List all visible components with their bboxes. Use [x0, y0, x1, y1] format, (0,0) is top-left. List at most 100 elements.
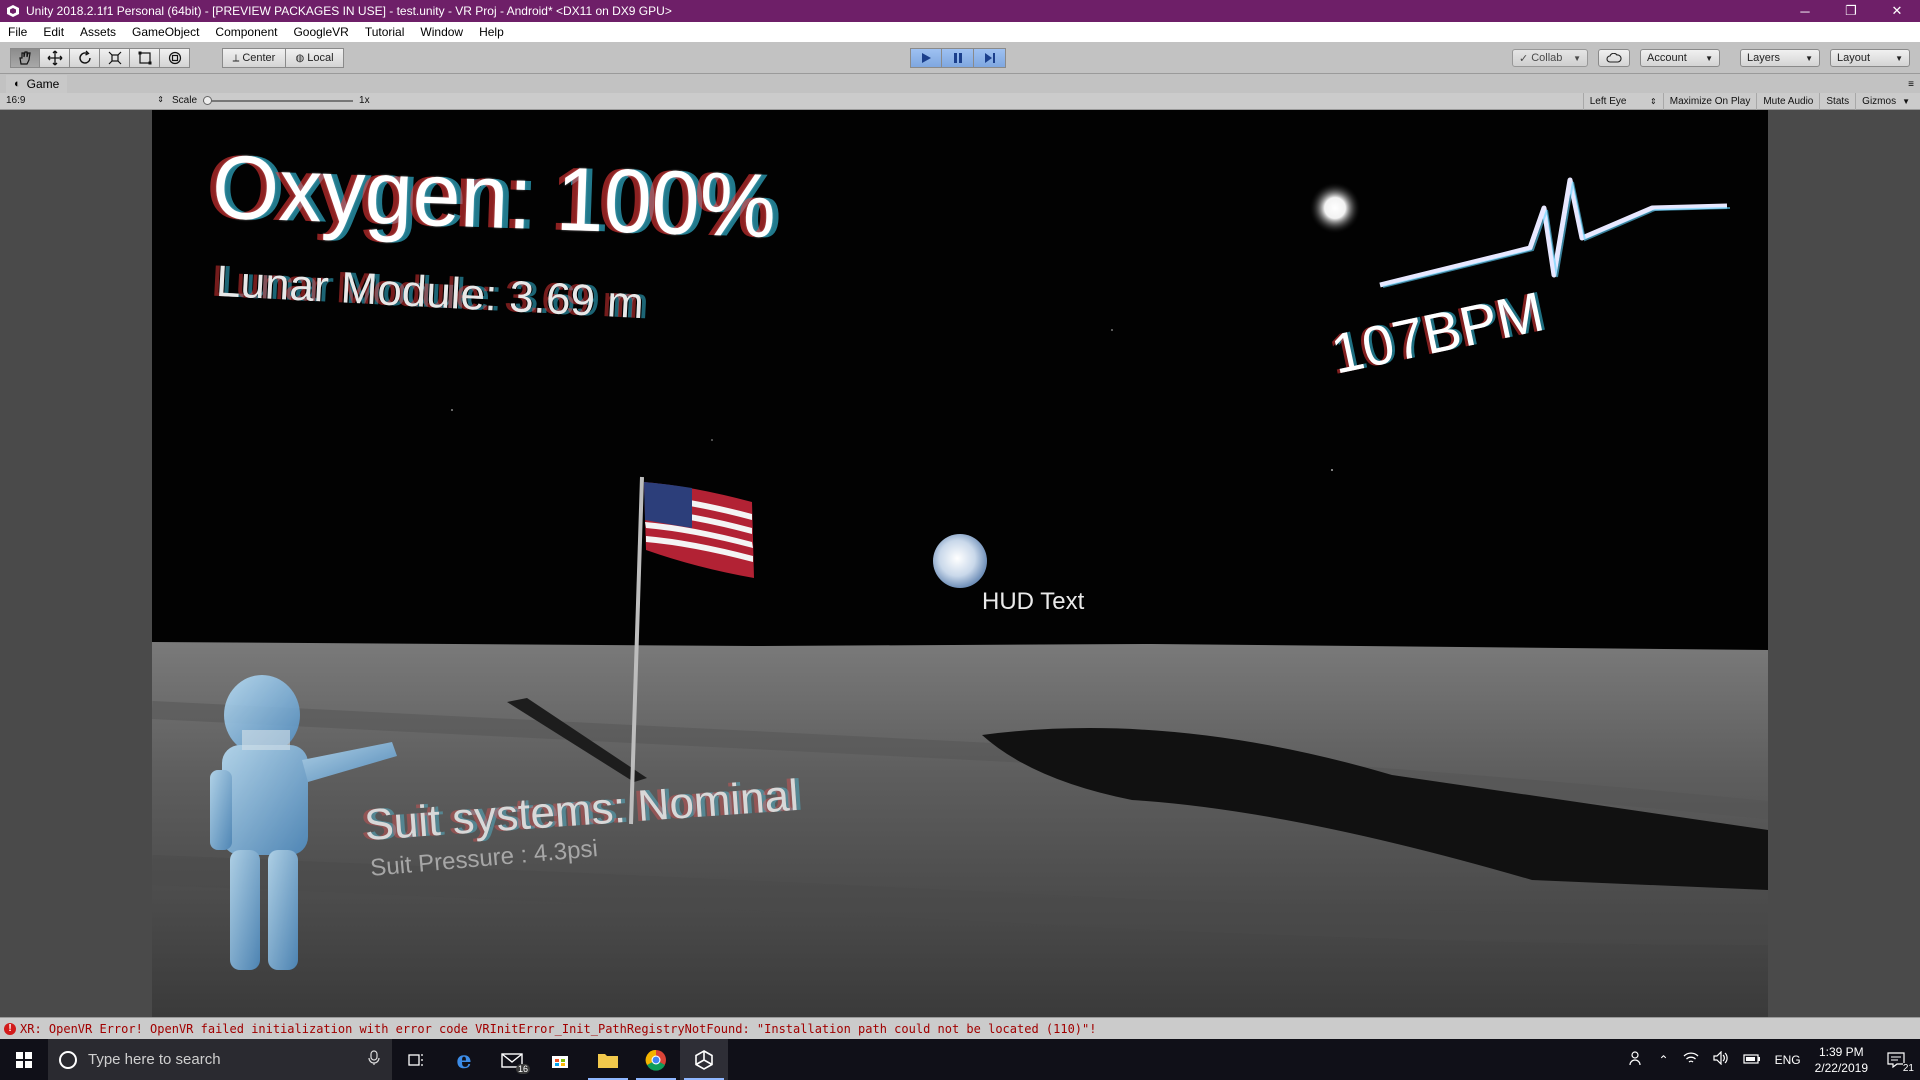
file-explorer-button[interactable]: [584, 1039, 632, 1080]
scale-slider[interactable]: [203, 95, 354, 105]
maximize-on-play-toggle[interactable]: Maximize On Play: [1662, 93, 1757, 110]
collab-dropdown[interactable]: ✓ Collab ▼: [1512, 49, 1588, 67]
action-center-button[interactable]: 21: [1882, 1051, 1914, 1074]
aspect-dropdown[interactable]: 16:9 ⇕: [6, 95, 164, 106]
taskbar-search[interactable]: Type here to search: [48, 1039, 392, 1080]
windows-logo-icon: [16, 1051, 32, 1068]
chevron-updown-icon: ⇕: [1650, 97, 1657, 106]
main-toolbar: ⟂ Center ◍ Local ✓ Collab ▼ Account ▼ La…: [0, 42, 1920, 74]
sun-glow: [1309, 182, 1361, 234]
game-view-options: Left Eye ⇕ Maximize On Play Mute Audio S…: [1582, 93, 1916, 110]
account-label: Account: [1647, 52, 1687, 64]
step-button[interactable]: [974, 48, 1006, 68]
pivot-center-button[interactable]: ⟂ Center: [222, 48, 286, 68]
scale-control: Scale 1x: [172, 95, 370, 106]
menu-assets[interactable]: Assets: [72, 25, 124, 39]
panel-menu-icon[interactable]: ≡: [1908, 79, 1914, 90]
tab-game[interactable]: ◐ Game: [6, 75, 68, 93]
cortana-icon: [59, 1050, 77, 1069]
menu-help[interactable]: Help: [471, 25, 512, 39]
playback-controls: [910, 48, 1006, 68]
play-button[interactable]: [910, 48, 942, 68]
console-message: XR: OpenVR Error! OpenVR failed initiali…: [20, 1021, 1097, 1036]
chevron-updown-icon: ⇕: [157, 95, 164, 104]
unity-button[interactable]: [680, 1039, 728, 1080]
notification-count: 21: [1902, 1062, 1914, 1074]
volume-icon[interactable]: [1712, 1050, 1729, 1068]
menu-edit[interactable]: Edit: [35, 25, 72, 39]
windows-taskbar: Type here to search e 16 ⌃ ENG 1:39 PM 2…: [0, 1039, 1920, 1080]
pause-button[interactable]: [942, 48, 974, 68]
collab-label: Collab: [1531, 52, 1563, 64]
earth-sphere: [933, 534, 987, 588]
store-button[interactable]: [536, 1039, 584, 1080]
rect-tool-button[interactable]: [130, 48, 160, 68]
task-view-button[interactable]: [392, 1039, 440, 1080]
cloud-button[interactable]: [1598, 49, 1630, 67]
hud-text-label: HUD Text: [982, 588, 1085, 615]
wifi-icon[interactable]: [1683, 1051, 1699, 1068]
start-button[interactable]: [0, 1039, 48, 1080]
layout-dropdown[interactable]: Layout ▼: [1830, 49, 1910, 67]
menu-googlevr[interactable]: GoogleVR: [285, 25, 356, 39]
store-icon: [552, 1055, 568, 1068]
rotate-icon: [78, 50, 91, 64]
transform-icon: [168, 51, 181, 65]
scale-value: 1x: [359, 95, 370, 106]
rotate-tool-button[interactable]: [70, 48, 100, 68]
stats-toggle[interactable]: Stats: [1819, 93, 1855, 110]
close-button[interactable]: ✕: [1874, 0, 1920, 22]
pivot-icon: ⟂: [232, 52, 240, 64]
error-icon: !: [4, 1022, 16, 1035]
menu-tutorial[interactable]: Tutorial: [357, 25, 413, 39]
pause-icon: [953, 53, 962, 63]
unity-logo-icon: [6, 4, 20, 18]
eye-label: Left Eye: [1589, 96, 1627, 107]
menu-component[interactable]: Component: [207, 25, 285, 39]
chevron-down-icon: ▼: [1902, 97, 1910, 106]
pivot-toggles: ⟂ Center ◍ Local: [222, 48, 344, 68]
gizmos-label: Gizmos: [1862, 96, 1897, 107]
clock-time: 1:39 PM: [1818, 1044, 1864, 1059]
globe-icon: ◍: [295, 52, 305, 64]
game-scene[interactable]: Oxygen: 100% Lunar Module: 3.69 m 107BPM…: [152, 110, 1768, 1017]
menu-file[interactable]: File: [0, 25, 35, 39]
scale-tool-button[interactable]: [100, 48, 130, 68]
chrome-button[interactable]: [632, 1039, 680, 1080]
move-tool-button[interactable]: [40, 48, 70, 68]
people-icon[interactable]: [1628, 1050, 1645, 1069]
chevron-down-icon: ▼: [1573, 53, 1581, 63]
chevron-up-icon[interactable]: ⌃: [1659, 1053, 1669, 1067]
aspect-label: 16:9: [6, 95, 26, 106]
transform-tool-button[interactable]: [160, 48, 190, 68]
layers-dropdown[interactable]: Layers ▼: [1740, 49, 1820, 67]
mute-audio-toggle[interactable]: Mute Audio: [1756, 93, 1819, 110]
eye-dropdown[interactable]: Left Eye ⇕: [1582, 93, 1663, 110]
step-icon: [984, 53, 995, 63]
minimize-button[interactable]: ─: [1782, 0, 1828, 22]
mail-badge: 16: [515, 1064, 530, 1074]
pivot-center-label: Center: [242, 52, 276, 64]
menu-window[interactable]: Window: [412, 25, 471, 39]
battery-icon[interactable]: [1742, 1053, 1761, 1067]
account-dropdown[interactable]: Account ▼: [1640, 49, 1720, 67]
edge-browser-button[interactable]: e: [440, 1039, 488, 1080]
hand-tool-button[interactable]: [10, 48, 40, 68]
transform-tools: [10, 48, 190, 68]
folder-icon: [598, 1053, 618, 1068]
move-icon: [47, 50, 62, 66]
oxygen-readout: Oxygen: 100%: [210, 136, 778, 258]
mail-button[interactable]: 16: [488, 1039, 536, 1080]
system-clock[interactable]: 1:39 PM 2/22/2019: [1815, 1044, 1868, 1076]
menu-gameobject[interactable]: GameObject: [124, 25, 207, 39]
scale-slider-knob[interactable]: [203, 95, 213, 105]
title-bar: Unity 2018.2.1f1 Personal (64bit) - [PRE…: [0, 0, 1920, 22]
console-status-bar[interactable]: ! XR: OpenVR Error! OpenVR failed initia…: [0, 1017, 1920, 1039]
language-indicator[interactable]: ENG: [1775, 1053, 1801, 1067]
clock-date: 2/22/2019: [1814, 1060, 1868, 1075]
restore-button[interactable]: ❐: [1828, 0, 1874, 22]
layout-label: Layout: [1837, 52, 1871, 64]
gizmos-dropdown[interactable]: Gizmos ▼: [1855, 93, 1916, 110]
pivot-local-button[interactable]: ◍ Local: [286, 48, 344, 68]
microphone-icon[interactable]: [368, 1049, 380, 1070]
